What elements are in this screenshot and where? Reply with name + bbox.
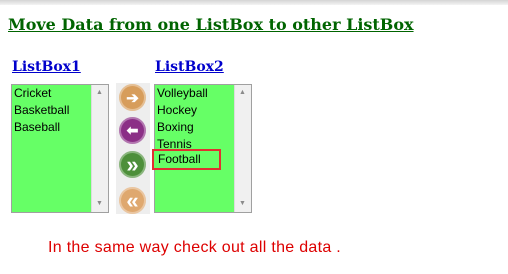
listbox2-label[interactable]: ListBox2: [155, 59, 224, 75]
instruction-message: In the same way check out all the data .: [48, 239, 342, 256]
move-all-left-icon[interactable]: «: [119, 187, 146, 214]
move-all-right-icon[interactable]: »: [119, 151, 146, 178]
move-buttons-panel: ➔ ⬅ » «: [116, 83, 150, 214]
list-item[interactable]: Volleyball: [155, 85, 235, 102]
listbox1-label[interactable]: ListBox1: [12, 59, 81, 75]
listbox1[interactable]: Cricket Basketball Baseball ▲ ▼: [11, 84, 109, 213]
listbox2[interactable]: Volleyball Hockey Boxing Tennis Football…: [152, 84, 252, 213]
move-left-icon[interactable]: ⬅: [119, 117, 146, 144]
listbox1-scrollbar[interactable]: ▲ ▼: [91, 85, 108, 212]
listbox2-scrollbar[interactable]: ▲ ▼: [234, 85, 251, 212]
scroll-up-icon[interactable]: ▲: [96, 89, 103, 97]
list-item[interactable]: Cricket: [12, 85, 92, 102]
highlighted-list-item[interactable]: Football: [152, 149, 221, 170]
listbox1-items: Cricket Basketball Baseball: [12, 85, 92, 212]
list-item[interactable]: Baseball: [12, 119, 92, 136]
listbox2-items: Volleyball Hockey Boxing Tennis Football: [152, 85, 235, 212]
list-item[interactable]: Basketball: [12, 102, 92, 119]
scroll-down-icon[interactable]: ▼: [239, 200, 246, 208]
move-right-icon[interactable]: ➔: [119, 84, 146, 111]
top-border: [0, 0, 508, 5]
scroll-up-icon[interactable]: ▲: [239, 89, 246, 97]
scroll-down-icon[interactable]: ▼: [96, 200, 103, 208]
page-title: Move Data from one ListBox to other List…: [8, 15, 414, 34]
list-item[interactable]: Boxing: [155, 119, 235, 136]
list-item[interactable]: Hockey: [155, 102, 235, 119]
